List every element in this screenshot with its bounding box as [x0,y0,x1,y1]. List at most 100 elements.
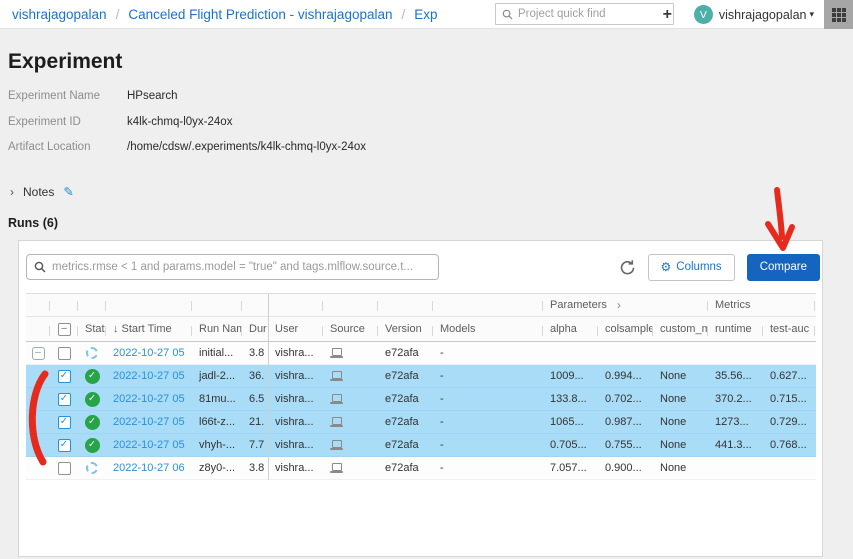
quick-find-input[interactable] [518,8,667,20]
run-cell-user: vishra... [275,439,314,451]
runs-toolbar: ⚙ Columns Compare [19,241,822,293]
runs-heading: Runs (6) [8,216,58,230]
run-row[interactable]: – 2022-10-27 05 initial... 3.8 vishra... e72a… [26,342,816,365]
breadcrumb-project[interactable]: Canceled Flight Prediction - vishrajagop… [128,7,392,22]
row-checkbox[interactable]: ✓ [57,369,71,383]
runs-table: Parameters › Metrics – Stat ↓ Start Time… [26,293,816,480]
run-row[interactable]: ✓ ✓ 2022-10-27 05 vhyh-... 7.7 vishra... e72af… [26,434,816,457]
run-start-time-link[interactable]: 2022-10-27 05 [113,347,185,359]
run-row[interactable]: 2022-10-27 06 z8y0-... 3.8 vishra... e72afa -… [26,457,816,480]
run-cell-alpha: 0.705... [550,439,587,451]
run-cell-custom_metric: None [660,393,687,405]
avatar[interactable]: V [693,5,713,24]
experiment-id-value: k4lk-chmq-l0yx-24ox [127,115,233,128]
run-cell-models: - [440,439,444,451]
table-header-row: – Stat ↓ Start Time Run Name Dur User So… [26,317,816,342]
row-expander-toggle[interactable]: – [31,346,45,360]
header-user: User [268,317,323,341]
breadcrumb-experiments[interactable]: Exp [414,7,437,22]
run-cell-version: e72afa [385,347,419,359]
row-checkbox[interactable] [57,461,71,475]
breadcrumb-separator: / [115,6,120,22]
runs-filter-input[interactable] [52,261,431,273]
run-row[interactable]: ✓ ✓ 2022-10-27 05 l66t-z... 21. vishra... e72a… [26,411,816,434]
runs-panel: ⚙ Columns Compare Parameters › Metri [18,240,823,557]
compare-button[interactable]: Compare [746,253,820,281]
run-row[interactable]: ✓ ✓ 2022-10-27 05 jadl-2... 36. vishra... e72a… [26,365,816,388]
header-run-name: Run Name [192,317,242,341]
run-cell-runtime: 35.56... [715,370,752,382]
run-start-time-link[interactable]: 2022-10-27 05 [113,370,185,382]
chevron-down-icon: ▾ [809,9,814,19]
row-checkbox[interactable]: ✓ [57,438,71,452]
artifact-location-label: Artifact Location [8,141,91,153]
search-icon [34,261,46,273]
select-all-checkbox[interactable]: – [50,317,78,341]
run-cell-version: e72afa [385,416,419,428]
header-source: Source [323,317,378,341]
run-row[interactable]: ✓ ✓ 2022-10-27 05 81mu... 6.5 vishra... e72afa… [26,388,816,411]
run-start-time-link[interactable]: 2022-10-27 05 [113,439,185,451]
refresh-icon[interactable] [619,259,636,276]
indeterminate-checkbox-icon[interactable]: – [57,322,71,336]
columns-button[interactable]: ⚙ Columns [647,253,735,281]
user-menu[interactable]: vishrajagopalan [719,8,807,22]
source-laptop-icon [330,417,344,427]
artifact-location-value: /home/cdsw/.experiments/k4lk-chmq-l0yx-2… [127,141,367,153]
experiment-name-value: HPsearch [127,90,178,102]
apps-grid-button[interactable] [824,0,853,29]
run-cell-models: - [440,462,444,474]
run-cell-user: vishra... [275,347,314,359]
experiment-name-label: Experiment Name [8,90,101,102]
run-cell-user: vishra... [275,393,314,405]
grid-icon [831,7,846,22]
row-checkbox[interactable]: ✓ [57,415,71,429]
run-cell-test_auc: 0.715... [770,393,807,405]
header-colsample: colsample [598,317,653,341]
run-start-time-link[interactable]: 2022-10-27 05 [113,393,185,405]
header-alpha: alpha [543,317,598,341]
run-cell-run_name: jadl-2... [199,370,236,382]
header-duration: Dur [249,323,267,335]
status-running-spinner-icon [86,347,98,359]
edit-notes-icon[interactable]: ✎ [63,184,73,199]
run-cell-models: - [440,347,444,359]
notes-expand-icon[interactable]: › [10,185,14,199]
add-new-icon[interactable]: + [663,6,672,23]
breadcrumb-user[interactable]: vishrajagopalan [12,7,107,22]
row-checkbox[interactable]: ✓ [57,392,71,406]
run-cell-alpha: 1009... [550,370,584,382]
run-cell-version: e72afa [385,370,419,382]
run-cell-custom_metric: None [660,370,687,382]
run-cell-user: vishra... [275,370,314,382]
run-cell-colsample: 0.702... [605,393,642,405]
run-start-time-link[interactable]: 2022-10-27 06 [113,462,185,474]
notes-label: Notes [23,184,55,199]
runs-filter[interactable] [26,254,439,280]
run-cell-duration: 7.7 [249,439,265,451]
status-success-icon: ✓ [84,391,100,407]
header-start-time[interactable]: ↓ Start Time [106,317,192,341]
header-version: Version [378,317,433,341]
experiment-meta: Experiment Name HPsearch Experiment ID k… [8,90,366,167]
sort-desc-icon: ↓ [113,323,119,335]
run-cell-colsample: 0.987... [605,416,642,428]
run-cell-models: - [440,393,444,405]
run-cell-test_auc: 0.768... [770,439,807,451]
run-cell-colsample: 0.755... [605,439,642,451]
run-start-time-link[interactable]: 2022-10-27 05 [113,416,185,428]
breadcrumb-separator: / [401,6,406,22]
header-models: Models [433,317,543,341]
source-laptop-icon [330,348,344,358]
project-quick-find[interactable] [495,3,674,25]
run-cell-user: vishra... [275,462,314,474]
header-test-auc: test-auc [763,317,815,341]
row-checkbox[interactable] [57,346,71,360]
parameters-group-header[interactable]: Parameters › [543,294,708,316]
expand-parameters-icon[interactable]: › [617,298,621,312]
run-cell-run_name: z8y0-... [199,462,236,474]
run-cell-runtime: 441.3... [715,439,752,451]
run-cell-colsample [598,342,653,364]
run-cell-models: - [440,416,444,428]
source-laptop-icon [330,394,344,404]
